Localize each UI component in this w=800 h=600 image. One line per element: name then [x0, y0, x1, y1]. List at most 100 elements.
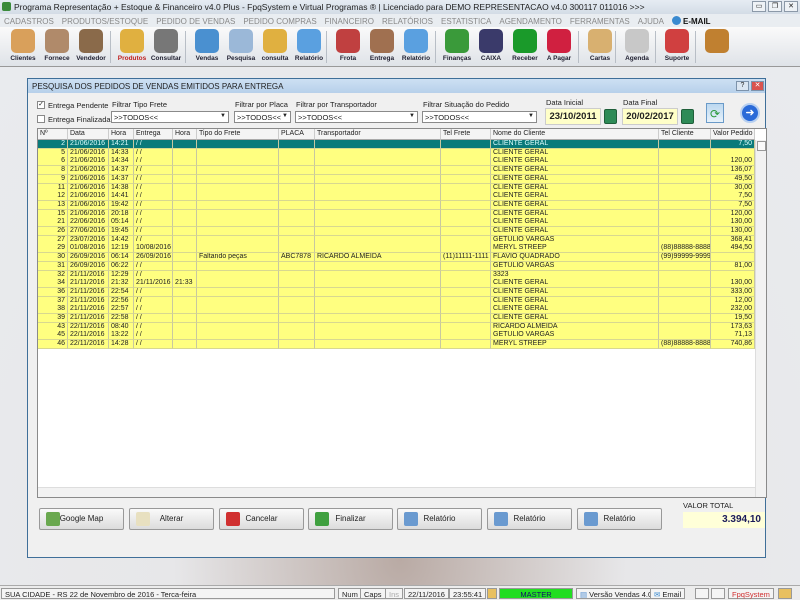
table-cell: [315, 287, 441, 297]
table-cell: [315, 192, 441, 202]
menu-email[interactable]: E-MAIL: [672, 16, 719, 26]
minimize-button[interactable]: ▭: [752, 1, 766, 12]
button-relat-rio[interactable]: Relatório: [487, 508, 572, 530]
table-cell: 22:57: [109, 305, 134, 315]
button-alterar[interactable]: Alterar: [129, 508, 214, 530]
table-cell: 22:56: [109, 296, 134, 306]
menu-produtos[interactable]: PRODUTOS/ESTOQUE: [62, 17, 148, 26]
dialog-close-button[interactable]: ✕: [751, 81, 764, 91]
table-cell: 14:42: [109, 235, 134, 245]
help-button[interactable]: ?: [736, 81, 749, 91]
button-cancelar[interactable]: Cancelar: [219, 508, 304, 530]
table-cell: [441, 140, 491, 149]
table-cell: / /: [134, 200, 173, 210]
situacao-select[interactable]: >>TODOS<< ▼: [422, 111, 537, 123]
calendar-icon[interactable]: [604, 109, 617, 124]
column-header[interactable]: Nome do Cliente: [491, 129, 659, 140]
table-cell: 45: [38, 331, 68, 341]
table-cell: RICARDO ALMEIDA: [491, 322, 659, 332]
printer-icon[interactable]: [695, 588, 709, 599]
status-ins: Ins: [385, 588, 404, 599]
menu-pedido-vendas[interactable]: PEDIDO DE VENDAS: [156, 17, 235, 26]
column-header[interactable]: Tipo do Frete: [197, 129, 279, 140]
scroll-thumb[interactable]: [757, 141, 766, 151]
toolbar-button-vendedor[interactable]: Vendedor: [74, 29, 108, 65]
toolbar-button-relat-rio[interactable]: Relatório: [399, 29, 433, 65]
toolbar-button-sair[interactable]: [700, 29, 734, 65]
table-cell: [659, 166, 711, 176]
tipo-frete-select[interactable]: >>TODOS<< ▼: [111, 111, 229, 123]
menu-pedido-compras[interactable]: PEDIDO COMPRAS: [243, 17, 316, 26]
toolbar-label: Relatório: [401, 55, 431, 62]
report-icon: [297, 29, 321, 53]
horizontal-scrollbar[interactable]: [38, 487, 755, 497]
button-finalizar[interactable]: Finalizar: [308, 508, 393, 530]
vertical-scrollbar[interactable]: [755, 140, 766, 497]
toolbar-button-entrega[interactable]: Entrega: [365, 29, 399, 65]
table-cell: 39: [38, 314, 68, 323]
search-go-icon[interactable]: ➜: [740, 103, 760, 123]
column-header[interactable]: Hora: [109, 129, 134, 140]
status-email[interactable]: ✉ Email: [650, 588, 686, 599]
table-cell: [279, 157, 315, 167]
button-relat-rio[interactable]: Relatório: [397, 508, 482, 530]
toolbar-button-agenda[interactable]: Agenda: [620, 29, 654, 65]
table-cell: 7,50: [711, 200, 755, 210]
table-cell: [197, 270, 279, 280]
column-header[interactable]: Entrega: [134, 129, 173, 140]
column-header[interactable]: Tel Cliente: [659, 129, 711, 140]
table-cell: [197, 218, 279, 228]
column-header[interactable]: Valor Pedido: [711, 129, 755, 140]
toolbar-button-consulta[interactable]: consulta: [258, 29, 292, 65]
table-cell: [441, 244, 491, 254]
toolbar-button-frota[interactable]: Frota: [331, 29, 365, 65]
table-cell: [659, 287, 711, 297]
column-header[interactable]: PLACA: [279, 129, 315, 140]
toolbar-button-clientes[interactable]: Clientes: [6, 29, 40, 65]
toolbar-button-a-pagar[interactable]: A Pagar: [542, 29, 576, 65]
toolbar-button-pesquisa[interactable]: Pesquisa: [224, 29, 258, 65]
table-cell: [441, 305, 491, 315]
toolbar-button-finan-as[interactable]: Finanças: [440, 29, 474, 65]
toolbar-label: Finanças: [442, 55, 472, 62]
toolbar-button-vendas[interactable]: Vendas: [190, 29, 224, 65]
table-cell: 19:42: [109, 200, 134, 210]
column-header[interactable]: Tel Frete: [441, 129, 491, 140]
maximize-button[interactable]: ❐: [768, 1, 782, 12]
toolbar-label: Clientes: [10, 55, 36, 62]
menu-relatorios[interactable]: RELATÓRIOS: [382, 17, 433, 26]
placa-select[interactable]: >>TODOS<< ▼: [234, 111, 291, 123]
network-icon[interactable]: [711, 588, 725, 599]
table-cell: [279, 192, 315, 202]
table-cell: [279, 244, 315, 254]
toolbar-button-fornece[interactable]: Fornece: [40, 29, 74, 65]
menu-agendamento[interactable]: AGENDAMENTO: [499, 17, 562, 26]
toolbar-separator: [326, 31, 327, 63]
entrega-finalizada-checkbox[interactable]: [37, 115, 45, 123]
close-button[interactable]: ✕: [784, 1, 798, 12]
button-relat-rio[interactable]: Relatório: [577, 508, 662, 530]
toolbar-button-receber[interactable]: Receber: [508, 29, 542, 65]
toolbar-button-produtos[interactable]: Produtos: [115, 29, 149, 65]
column-header[interactable]: Data: [68, 129, 109, 140]
column-header[interactable]: Hora: [173, 129, 197, 140]
toolbar-button-caixa[interactable]: CAIXA: [474, 29, 508, 65]
refresh-icon[interactable]: ⟳: [706, 103, 724, 123]
menu-financeiro[interactable]: FINANCEIRO: [325, 17, 374, 26]
entrega-pendente-checkbox[interactable]: ✓: [37, 101, 45, 109]
menu-ferramentas[interactable]: FERRAMENTAS: [570, 17, 630, 26]
data-final-input[interactable]: 20/02/2017: [622, 108, 678, 125]
button-google-map[interactable]: Google Map: [39, 508, 124, 530]
menu-estatistica[interactable]: ESTATISTICA: [441, 17, 491, 26]
transportador-select[interactable]: >>TODOS<< ▼: [295, 111, 418, 123]
column-header[interactable]: Transportador: [315, 129, 441, 140]
data-inicial-input[interactable]: 23/10/2011: [545, 108, 601, 125]
menu-ajuda[interactable]: AJUDA: [638, 17, 664, 26]
calendar-icon[interactable]: [681, 109, 694, 124]
toolbar-button-relat-rio[interactable]: Relatório: [292, 29, 326, 65]
toolbar-button-consultar[interactable]: Consultar: [149, 29, 183, 65]
toolbar-button-suporte[interactable]: Suporte: [660, 29, 694, 65]
toolbar-button-cartas[interactable]: Cartas: [583, 29, 617, 65]
column-header[interactable]: Nº: [38, 129, 68, 140]
menu-cadastros[interactable]: CADASTROS: [4, 17, 54, 26]
